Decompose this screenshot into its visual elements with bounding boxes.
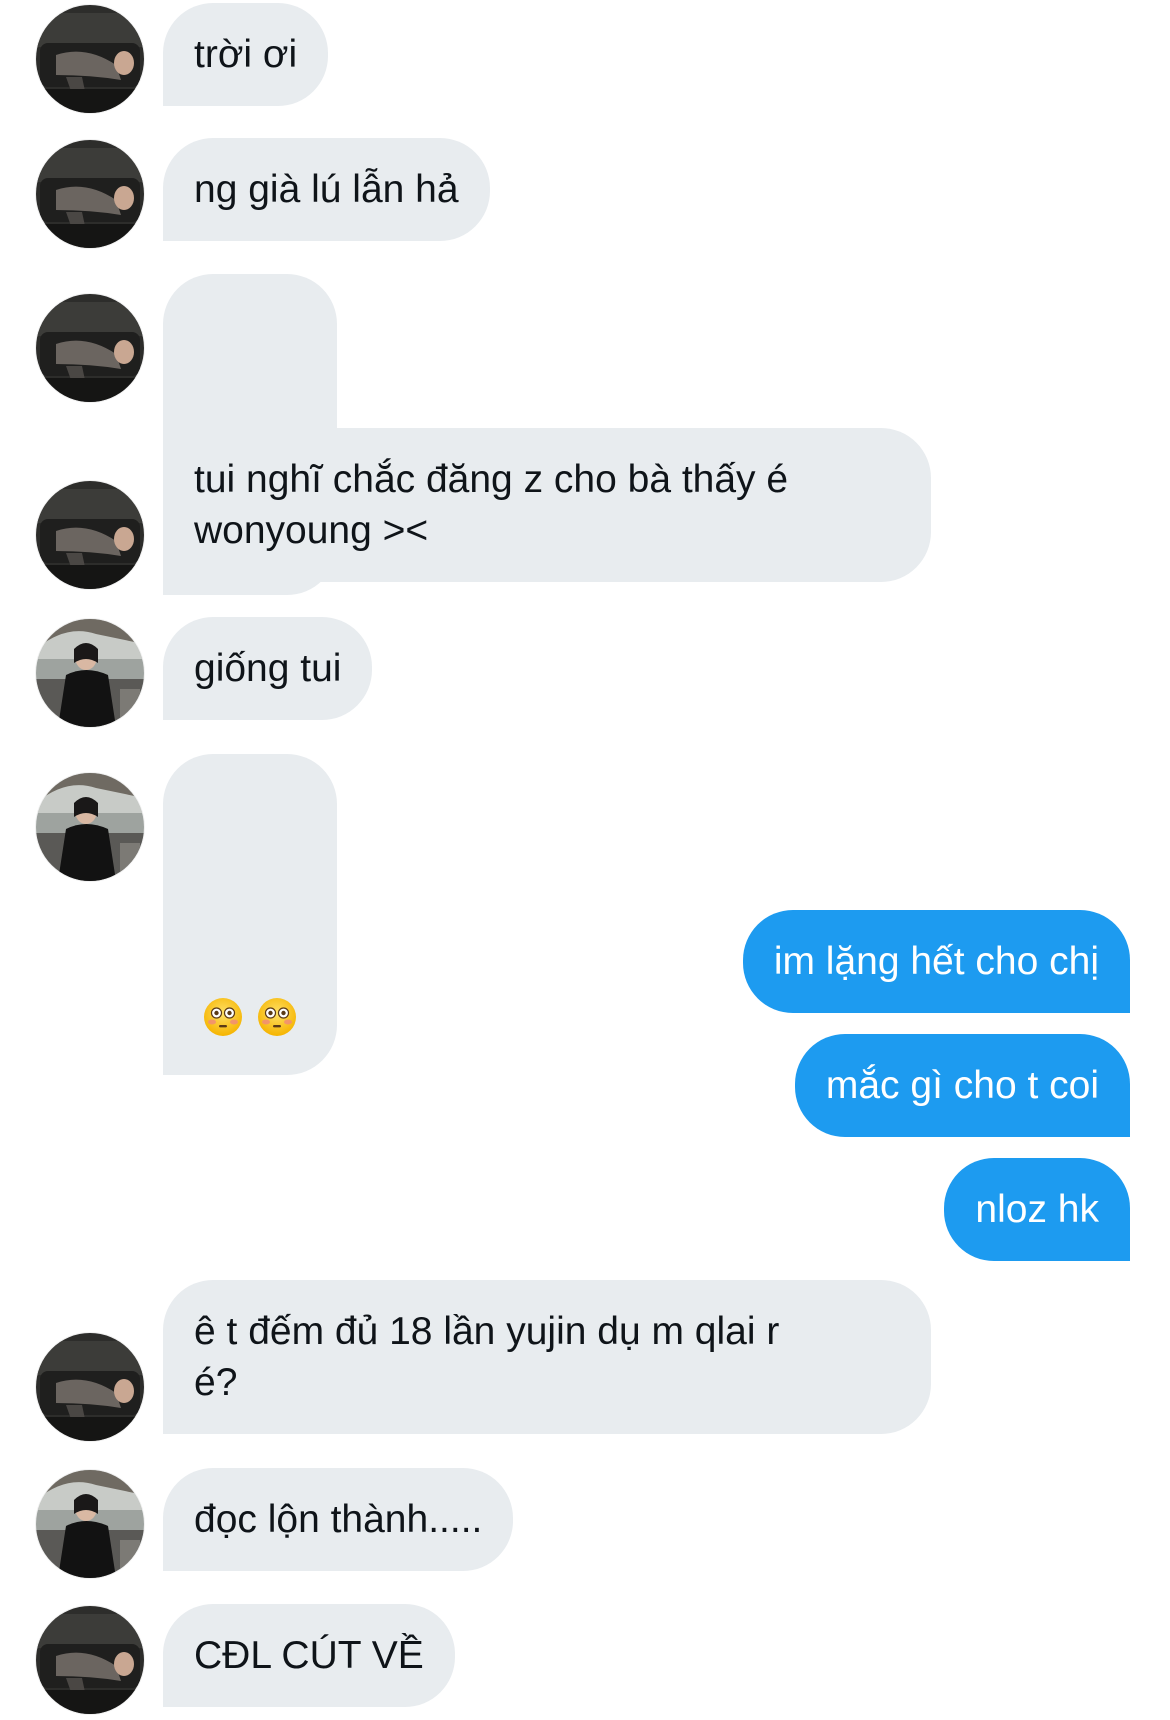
incoming-message-bubble[interactable]: ê t đếm đủ 18 lần yujin dụ m qlai r é?	[163, 1280, 931, 1434]
incoming-message-bubble[interactable]: đọc lộn thành.....	[163, 1468, 514, 1571]
incoming-message-bubble[interactable]: giống tui	[163, 617, 373, 720]
incoming-message-bubble[interactable]	[163, 754, 337, 1075]
incoming-message-bubble[interactable]: ng già lú lẫn hả	[163, 138, 490, 241]
avatar[interactable]	[36, 481, 144, 589]
incoming-message-bubble[interactable]: tui nghĩ chắc đăng z cho bà thấy é wonyo…	[163, 428, 931, 582]
avatar[interactable]	[36, 1606, 144, 1714]
outgoing-message-bubble[interactable]: nloz hk	[944, 1158, 1130, 1261]
avatar[interactable]	[36, 773, 144, 881]
avatar[interactable]	[36, 1333, 144, 1441]
avatar[interactable]	[36, 619, 144, 727]
incoming-message-bubble[interactable]: CĐL CÚT VỀ	[163, 1604, 455, 1707]
avatar[interactable]	[36, 294, 144, 402]
outgoing-message-bubble[interactable]: im lặng hết cho chị	[742, 910, 1130, 1013]
avatar[interactable]	[36, 140, 144, 248]
flushed-face-icon	[257, 895, 297, 1036]
incoming-message-bubble[interactable]: trời ơi	[163, 3, 329, 106]
flushed-face-icon	[203, 895, 243, 1036]
conversation-thread: trời ơi ng già lú lẫn hả tui nghĩ chắc đ…	[0, 0, 1170, 1720]
avatar[interactable]	[36, 1470, 144, 1578]
outgoing-message-bubble[interactable]: mắc gì cho t coi	[794, 1034, 1130, 1137]
avatar[interactable]	[36, 5, 144, 113]
emoji-group	[203, 889, 297, 1036]
